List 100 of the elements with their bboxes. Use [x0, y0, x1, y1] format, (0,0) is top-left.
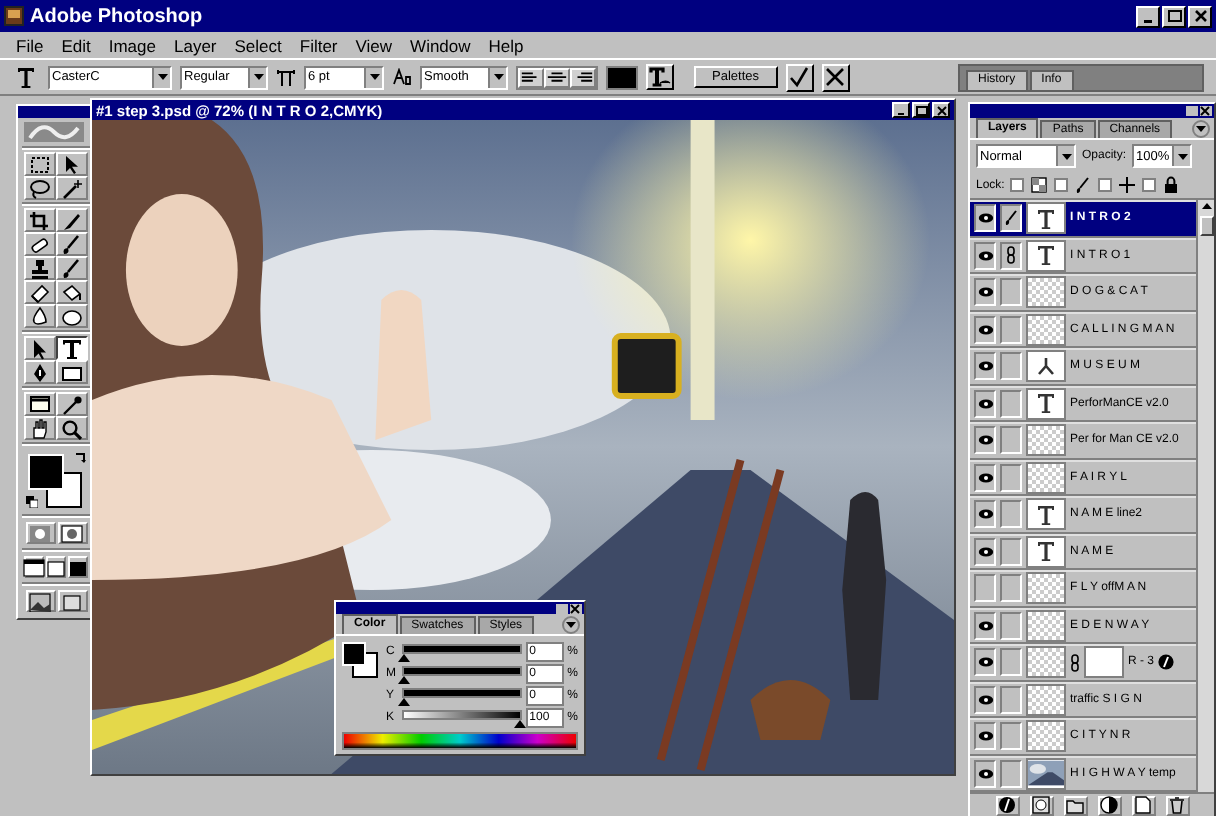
palette-button[interactable] [1097, 795, 1121, 815]
app-icon [4, 6, 24, 26]
menu-item[interactable]: Help [480, 35, 532, 55]
link-toggle[interactable] [1000, 426, 1022, 455]
menu-item[interactable]: View [347, 35, 401, 55]
link-toggle[interactable] [1000, 685, 1022, 714]
mask-thumbnail [1084, 646, 1124, 679]
align-button[interactable] [570, 67, 596, 87]
visibility-toggle[interactable] [974, 241, 996, 270]
screen-mode-button[interactable] [24, 556, 44, 578]
color-swatches[interactable] [342, 642, 378, 678]
visibility-toggle[interactable] [974, 352, 996, 381]
toolbox-logo[interactable] [24, 122, 88, 142]
link-toggle[interactable] [1000, 463, 1022, 492]
slider-thumb[interactable] [398, 697, 410, 705]
align-button[interactable] [544, 67, 570, 87]
close-button[interactable] [570, 604, 582, 614]
minimize-button[interactable] [1136, 5, 1160, 27]
palette-menu-button[interactable] [1192, 119, 1210, 137]
link-toggle[interactable] [1000, 389, 1022, 418]
visibility-toggle[interactable] [974, 611, 996, 640]
lock-checkbox[interactable] [1010, 178, 1025, 192]
scroll-thumb[interactable] [1199, 216, 1213, 236]
slider-thumb[interactable] [398, 675, 410, 683]
visibility-toggle[interactable] [974, 759, 996, 788]
link-toggle[interactable] [1000, 500, 1022, 529]
link-toggle[interactable] [1000, 611, 1022, 640]
quick-mask-button[interactable] [57, 522, 87, 544]
caret-icon [1059, 151, 1073, 161]
link-toggle[interactable] [1000, 648, 1022, 677]
lock-checkbox[interactable] [1098, 178, 1113, 192]
warp-text-button[interactable] [646, 64, 674, 90]
minimize-button[interactable] [892, 102, 910, 118]
jump-button[interactable] [25, 590, 55, 612]
link-toggle[interactable] [1000, 759, 1022, 788]
menu-item[interactable]: Window [402, 35, 479, 55]
visibility-toggle[interactable] [974, 463, 996, 492]
visibility-toggle[interactable] [974, 722, 996, 751]
close-icon [1191, 8, 1209, 24]
visibility-toggle[interactable] [974, 315, 996, 344]
figure-icon [1036, 356, 1056, 377]
swap-arrow-icon [74, 452, 86, 464]
menu-item[interactable]: Layer [165, 35, 225, 55]
landscape-icon [28, 591, 52, 611]
menu-item[interactable]: File [8, 35, 52, 55]
chain-icon [1006, 246, 1016, 265]
link-toggle[interactable] [1000, 315, 1022, 344]
default-colors-icon [26, 496, 38, 508]
text-color-swatch[interactable] [606, 65, 638, 89]
link-toggle[interactable] [1000, 537, 1022, 566]
menu-item[interactable]: Filter [291, 35, 346, 55]
slider-thumb[interactable] [513, 719, 526, 727]
caret-icon [367, 72, 381, 82]
align-button[interactable] [518, 67, 544, 87]
close-button[interactable] [1200, 106, 1212, 116]
maximize-button[interactable] [912, 102, 930, 118]
visibility-toggle[interactable] [974, 426, 996, 455]
tool-button[interactable] [56, 336, 88, 360]
cancel-button[interactable] [821, 63, 849, 91]
lock-checkbox[interactable] [1142, 178, 1157, 192]
visibility-toggle[interactable] [974, 685, 996, 714]
tool-preset-button[interactable] [12, 63, 40, 91]
slider-thumb[interactable] [398, 653, 410, 661]
eye-icon [977, 730, 993, 743]
layer-thumbnail [1026, 276, 1066, 309]
visibility-toggle[interactable] [974, 278, 996, 307]
type-icon [1036, 503, 1056, 526]
link-toggle[interactable] [1000, 352, 1022, 381]
window-icon [22, 557, 46, 577]
commit-button[interactable] [785, 63, 813, 91]
link-toggle[interactable] [1000, 241, 1022, 270]
link-toggle[interactable] [1000, 574, 1022, 603]
menu-item[interactable]: Edit [53, 35, 99, 55]
visibility-toggle[interactable] [974, 204, 996, 233]
eye-icon [977, 619, 993, 632]
visibility-toggle[interactable] [974, 500, 996, 529]
crop-icon [28, 209, 52, 231]
visibility-toggle[interactable] [974, 574, 996, 603]
color-swatches[interactable] [28, 454, 82, 508]
jump-button[interactable] [57, 590, 87, 612]
layer-thumbnail [1026, 313, 1066, 346]
visibility-toggle[interactable] [974, 648, 996, 677]
caret-icon [491, 72, 505, 82]
eye-icon [977, 212, 993, 225]
menu-item[interactable]: Select [226, 35, 290, 55]
visibility-toggle[interactable] [974, 537, 996, 566]
palette-button[interactable] [1029, 795, 1053, 815]
visibility-toggle[interactable] [974, 389, 996, 418]
standard-mode-button[interactable] [25, 522, 55, 544]
scrollbar[interactable] [1196, 200, 1214, 792]
knife-icon [60, 209, 84, 231]
link-toggle[interactable] [1000, 278, 1022, 307]
link-toggle[interactable] [1000, 722, 1022, 751]
palette-menu-button[interactable] [562, 615, 580, 633]
link-toggle[interactable] [1000, 204, 1022, 233]
type-icon [1036, 540, 1056, 563]
lock-checkbox[interactable] [1054, 178, 1069, 192]
menu-item[interactable]: Image [100, 35, 164, 55]
wand-icon [60, 177, 84, 199]
color-ramp[interactable] [342, 732, 578, 750]
